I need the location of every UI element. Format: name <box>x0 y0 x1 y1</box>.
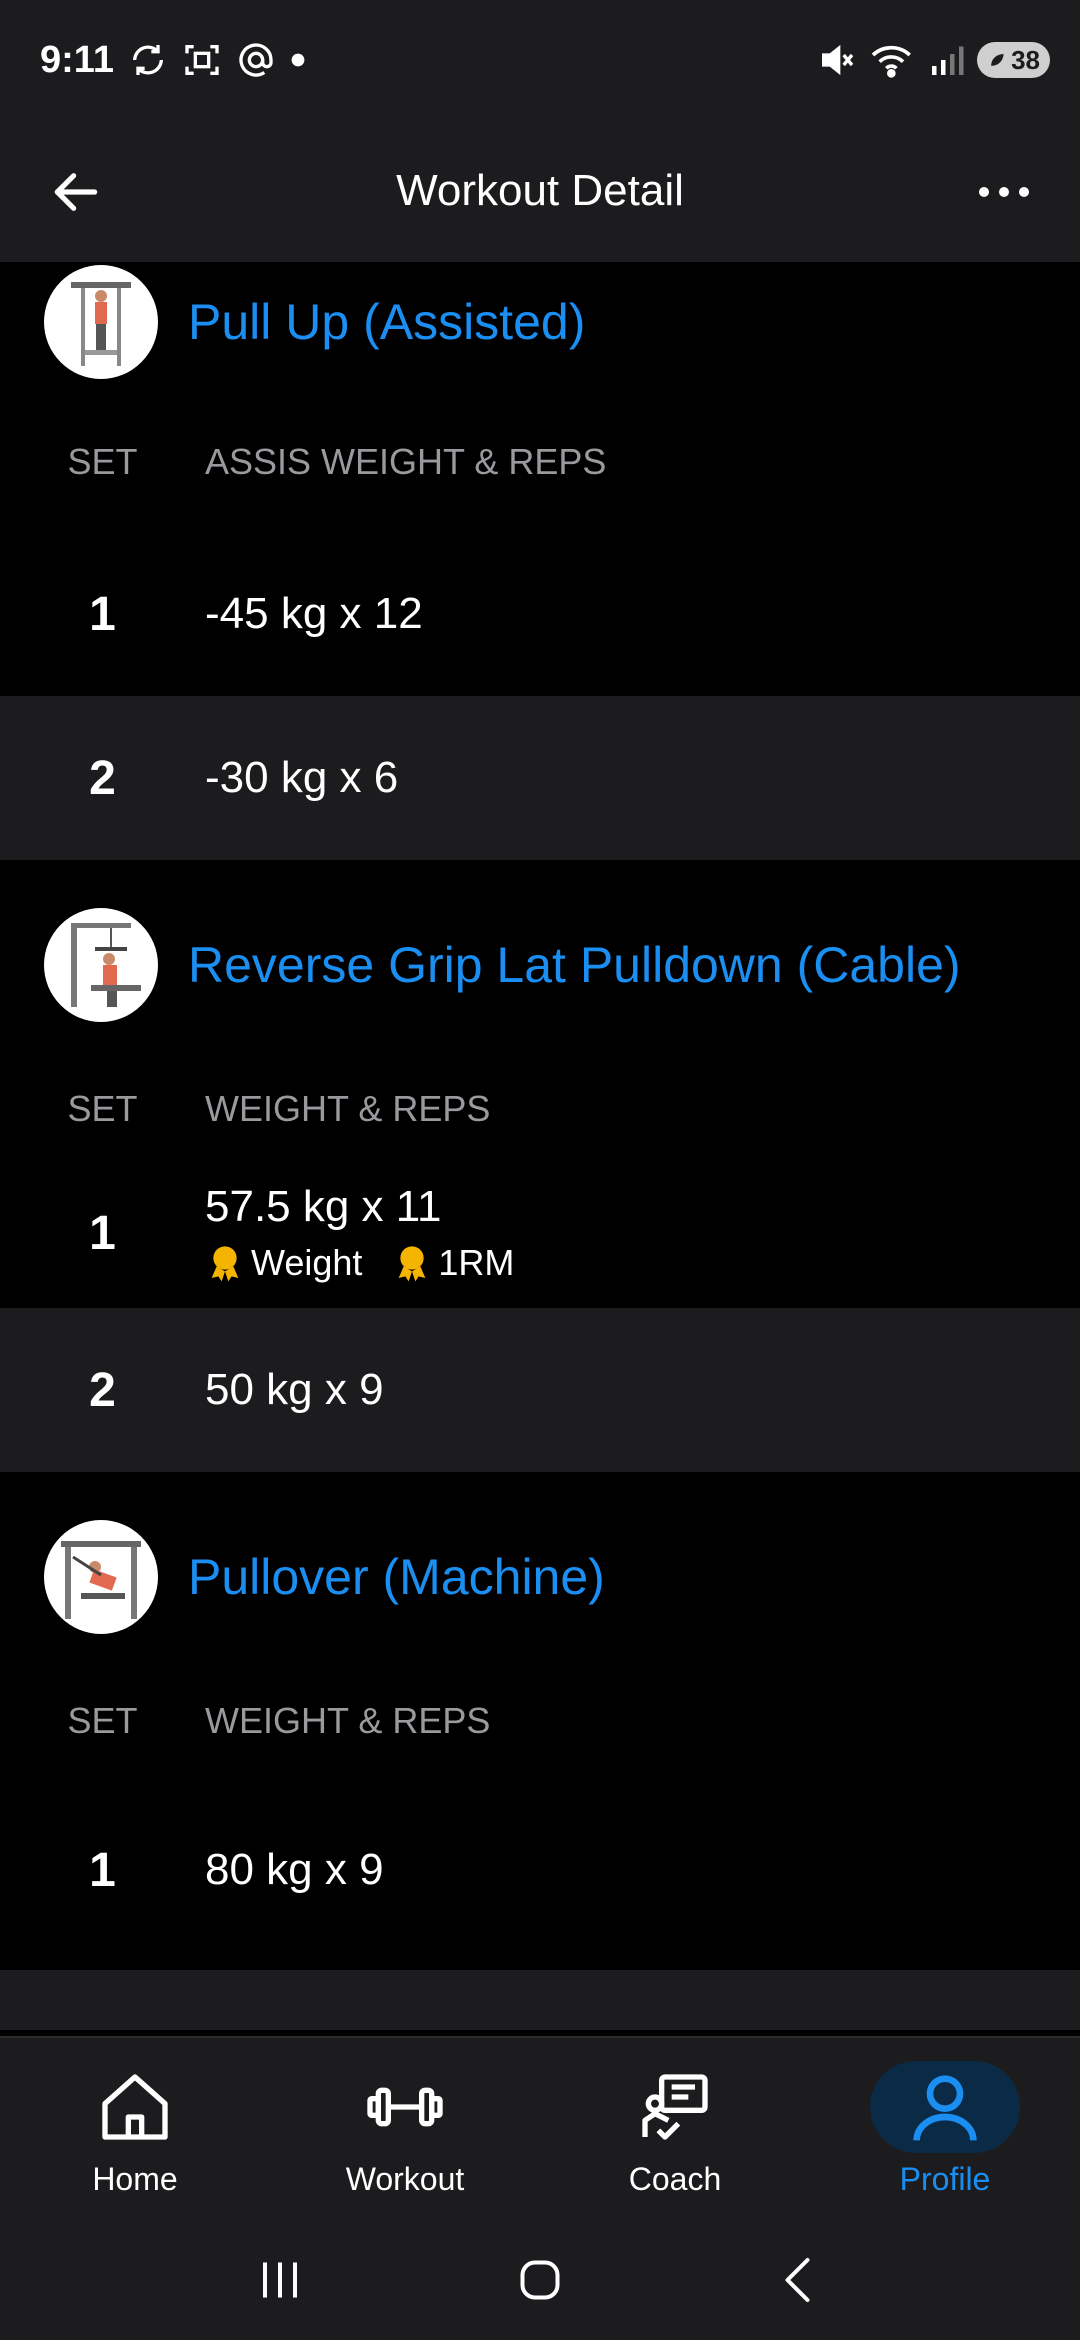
app-bar: Workout Detail <box>0 120 1080 262</box>
back-system-button[interactable] <box>755 2235 845 2325</box>
screenshot-icon <box>182 40 222 80</box>
signal-icon <box>929 42 965 78</box>
sets-header: SET WEIGHT & REPS <box>0 1060 1080 1158</box>
set-value: 50 kg x 9 <box>205 1365 384 1414</box>
nav-coach-label: Coach <box>628 2160 722 2197</box>
col-set-label: SET <box>67 1700 138 1741</box>
arrow-left-icon <box>54 173 98 211</box>
set-number: 1 <box>89 587 116 641</box>
status-right: 38 <box>817 40 1050 80</box>
nav-icon-wrap <box>60 2061 210 2153</box>
mute-icon <box>817 40 857 80</box>
personal-records: Weight 1RM <box>205 1242 536 1284</box>
exercise-thumbnail <box>44 908 158 1022</box>
exercise-header[interactable]: Pullover (Machine) <box>0 1472 1080 1672</box>
col-value-label: ASSIS WEIGHT & REPS <box>205 441 607 482</box>
col-value-label: WEIGHT & REPS <box>205 1088 491 1129</box>
set-value-group: 57.5 kg x 11 Weight 1RM <box>205 1182 536 1284</box>
col-value-label: WEIGHT & REPS <box>205 1700 491 1741</box>
back-button[interactable] <box>40 156 112 228</box>
pr-badge-weight: Weight <box>205 1242 362 1284</box>
lat-pulldown-figure-icon <box>71 923 141 1007</box>
nav-icon-wrap <box>330 2061 480 2153</box>
pr-1rm-label: 1RM <box>438 1242 515 1283</box>
home-system-button[interactable] <box>495 2235 585 2325</box>
more-horizontal-icon <box>979 187 1029 197</box>
home-icon <box>102 2073 168 2140</box>
status-bar: 9:11 38 <box>0 0 1080 120</box>
set-row: 1 80 kg x 9 <box>0 1770 1080 1970</box>
bottom-nav: Home Workout Coach Profile <box>0 2036 1080 2220</box>
exercise-thumbnail <box>44 265 158 379</box>
nav-workout[interactable]: Workout <box>270 2038 540 2220</box>
set-value: 57.5 kg x 11 <box>205 1182 442 1231</box>
set-value: -30 kg x 6 <box>205 753 399 802</box>
nav-home[interactable]: Home <box>0 2038 270 2220</box>
battery-indicator: 38 <box>977 42 1050 78</box>
nav-icon-wrap <box>870 2060 1020 2153</box>
pull-up-figure-icon <box>71 282 131 366</box>
col-set-label: SET <box>67 441 138 482</box>
home-circle-icon <box>520 2260 560 2300</box>
pullover-machine-figure-icon <box>61 1541 141 1619</box>
recent-apps-icon <box>263 2262 297 2298</box>
wifi-icon <box>869 40 917 80</box>
sets-header: SET ASSIS WEIGHT & REPS <box>0 392 1080 532</box>
nav-profile[interactable]: Profile <box>810 2038 1080 2220</box>
col-set-label: SET <box>67 1088 138 1129</box>
battery-level: 38 <box>1011 44 1040 75</box>
nav-workout-label: Workout <box>345 2160 465 2197</box>
set-number: 1 <box>89 1206 116 1260</box>
status-time: 9:11 <box>40 38 114 81</box>
nav-icon-wrap <box>600 2061 750 2153</box>
status-left: 9:11 <box>40 39 306 82</box>
recent-apps-button[interactable] <box>235 2235 325 2325</box>
exercise-name[interactable]: Pull Up (Assisted) <box>188 293 585 351</box>
set-row: 2 -30 kg x 6 <box>0 696 1080 860</box>
chevron-left-icon <box>785 2258 810 2302</box>
set-number: 2 <box>89 751 116 805</box>
nav-coach[interactable]: Coach <box>540 2038 810 2220</box>
exercise-thumbnail <box>44 1520 158 1634</box>
sets-header: SET WEIGHT & REPS <box>0 1672 1080 1770</box>
set-row-partial <box>0 1970 1080 2030</box>
exercise-name[interactable]: Reverse Grip Lat Pulldown (Cable) <box>188 936 961 994</box>
sync-icon <box>128 40 168 80</box>
pr-weight-label: Weight <box>251 1242 363 1283</box>
set-number: 2 <box>89 1363 116 1417</box>
pr-badge-1rm: 1RM <box>392 1242 514 1284</box>
exercise-header[interactable]: Reverse Grip Lat Pulldown (Cable) <box>0 860 1080 1060</box>
set-value: 80 kg x 9 <box>205 1845 384 1894</box>
exercise-header[interactable]: Pull Up (Assisted) <box>0 262 1080 392</box>
at-sign-icon <box>236 40 276 80</box>
more-options-button[interactable] <box>968 156 1040 228</box>
nav-profile-label: Profile <box>899 2160 991 2197</box>
medal-icon <box>211 1246 239 1282</box>
set-value: -45 kg x 12 <box>205 589 423 638</box>
system-nav-bar <box>0 2220 1080 2340</box>
medal-icon <box>399 1246 426 1282</box>
set-row: 2 50 kg x 9 <box>0 1308 1080 1472</box>
battery-saver-icon <box>991 54 1004 66</box>
coach-icon <box>642 2073 708 2140</box>
page-title: Workout Detail <box>396 166 684 215</box>
set-row: 1 -45 kg x 12 <box>0 532 1080 696</box>
set-row: 1 57.5 kg x 11 Weight 1RM <box>0 1158 1080 1308</box>
set-number: 1 <box>89 1843 116 1897</box>
workout-content[interactable]: Pull Up (Assisted) SET ASSIS WEIGHT & RE… <box>0 262 1080 2038</box>
dumbbell-icon <box>367 2087 443 2126</box>
profile-icon <box>913 2074 977 2141</box>
nav-home-label: Home <box>92 2160 178 2197</box>
exercise-name[interactable]: Pullover (Machine) <box>188 1548 605 1606</box>
notification-dot-icon <box>290 52 306 68</box>
